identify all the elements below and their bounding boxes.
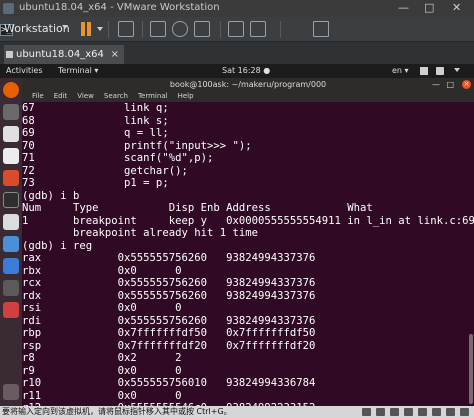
vm-home-icon xyxy=(6,51,13,58)
vscode-icon[interactable] xyxy=(3,258,19,274)
minimize-button[interactable]: — xyxy=(398,1,409,14)
printer-icon[interactable] xyxy=(432,408,441,416)
terminal-app-menu[interactable]: Terminal ▾ xyxy=(58,64,98,78)
snapshot-icon[interactable] xyxy=(150,21,166,37)
display-icon[interactable] xyxy=(446,408,455,416)
fullscreen-icon[interactable] xyxy=(228,21,244,37)
terminal-line: 67 link q; xyxy=(22,102,169,114)
vmware-logo-icon xyxy=(3,3,14,14)
terminal-line: rbx 0x0 0 xyxy=(22,264,182,277)
disk-icon[interactable] xyxy=(3,280,19,296)
tab-ubuntu-vm[interactable]: ubuntu18.04_x64 × xyxy=(4,45,124,64)
tab-label: ubuntu18.04_x64 xyxy=(16,49,104,60)
window-title: ubuntu18.04_x64 - VMware Workstation xyxy=(19,2,220,13)
workstation-menu[interactable]: Workstation xyxy=(4,22,70,35)
snapshot-manager-icon[interactable] xyxy=(194,21,210,37)
terminal-line: rdx 0x555555756260 93824994337376 xyxy=(22,289,316,302)
terminal-line: 71 scanf("%d",p); xyxy=(22,152,214,164)
terminal-line: rsi 0x0 0 xyxy=(22,302,182,314)
firefox-icon[interactable] xyxy=(3,82,19,98)
ubuntu-top-panel: Activities Terminal ▾ Sat 16:28 ● en ▾ xyxy=(0,64,474,78)
vm-settings-icon[interactable] xyxy=(118,21,134,37)
terminal-output[interactable]: 67 link q; 68 link s; 69 q = ll; 70 printf(… xyxy=(22,102,474,406)
menu-view[interactable]: View xyxy=(77,92,94,100)
power-menu-chevron-icon[interactable] xyxy=(97,27,103,31)
terminal-title-bar: book@100ask: ~/makeru/program/000 — □ × xyxy=(22,78,474,91)
network-adapter-icon[interactable] xyxy=(390,408,399,416)
vmware-title-bar: ubuntu18.04_x64 - VMware Workstation — □… xyxy=(0,0,474,17)
revert-snapshot-icon[interactable] xyxy=(172,21,188,37)
terminal-icon[interactable] xyxy=(3,192,19,208)
terminal-line: rdi 0x555555756260 93824994337376 xyxy=(22,314,316,327)
chevron-down-icon[interactable] xyxy=(62,25,68,29)
terminal-line: r9 0x0 0 xyxy=(22,364,182,377)
terminal-line: rcx 0x555555756260 93824994337376 xyxy=(22,277,316,289)
stretch-view-icon[interactable] xyxy=(313,21,329,37)
close-tab-icon[interactable]: × xyxy=(111,45,119,64)
system-menu-chevron-icon[interactable] xyxy=(454,68,460,72)
terminal-scrollbar[interactable] xyxy=(469,104,473,404)
pause-icon[interactable] xyxy=(78,21,94,37)
terminal-line: r10 0x555555756010 93824994336784 xyxy=(22,377,316,389)
terminal-text: 67 link q; 68 link s; 69 q = ll; 70 printf(… xyxy=(22,102,474,406)
libreoffice-writer-icon[interactable] xyxy=(3,148,19,164)
vmware-toolbar: Workstation >_ xyxy=(0,17,474,42)
terminal-close-button[interactable]: × xyxy=(462,80,471,89)
terminal-line: breakpoint already hit 1 time xyxy=(22,227,258,239)
terminal-line: 72 getchar(); xyxy=(22,164,188,177)
scrollbar-thumb[interactable] xyxy=(469,334,473,404)
terminal-line: rsp 0x7fffffffdf20 0x7fffffffdf20 xyxy=(22,339,316,352)
menu-search[interactable]: Search xyxy=(104,92,128,100)
menu-help[interactable]: Help xyxy=(178,92,194,100)
terminal-line: rbp 0x7fffffffdf50 0x7fffffffdf50 xyxy=(22,327,316,339)
show-applications-icon[interactable] xyxy=(3,384,19,400)
terminal-line: rax 0x555555756260 93824994337376 xyxy=(22,252,316,264)
files-icon[interactable] xyxy=(3,104,19,120)
terminal-line: 73 p1 = p; xyxy=(22,177,169,189)
unity-icon[interactable] xyxy=(250,21,266,37)
terminal-line: r11 0x0 0 xyxy=(22,389,182,402)
language-indicator[interactable]: en ▾ xyxy=(392,64,409,78)
usb-icon[interactable] xyxy=(404,408,413,416)
app-icon[interactable] xyxy=(3,302,19,318)
terminal-line: r8 0x2 2 xyxy=(22,352,182,364)
activities-button[interactable]: Activities xyxy=(6,64,43,78)
terminal-line: (gdb) i reg xyxy=(22,239,93,252)
menu-edit[interactable]: Edit xyxy=(54,92,68,100)
cd-drive-icon[interactable] xyxy=(376,408,385,416)
ubuntu-dock xyxy=(0,78,22,406)
terminal-line: 1 breakpoint keep y 0x0000555555554911 i… xyxy=(22,214,474,227)
terminal-line: Num Type Disp Enb Address What xyxy=(22,202,373,214)
status-message: 要将输入定向到该虚拟机，请将鼠标指针移入其中或按 Ctrl+G。 xyxy=(2,407,232,416)
terminal-title: book@100ask: ~/makeru/program/000 xyxy=(169,80,327,89)
menu-file[interactable]: File xyxy=(32,92,44,100)
volume-icon[interactable] xyxy=(436,67,444,75)
sound-icon[interactable] xyxy=(418,408,427,416)
terminal-line: 70 printf("input>>> "); xyxy=(22,139,252,152)
rhythmbox-icon[interactable] xyxy=(3,126,19,142)
ubuntu-software-icon[interactable] xyxy=(3,170,19,186)
hard-disk-icon[interactable] xyxy=(362,408,371,416)
maximize-button[interactable]: □ xyxy=(424,1,434,14)
terminal-maximize-button[interactable]: □ xyxy=(446,78,454,91)
network-icon[interactable] xyxy=(420,67,428,75)
terminal-line: 68 link s; xyxy=(22,114,169,127)
vm-tab-bar: ubuntu18.04_x64 × xyxy=(0,42,474,64)
terminal-menu-bar: File Edit View Search Terminal Help xyxy=(22,91,474,102)
terminal-minimize-button[interactable]: — xyxy=(432,78,440,91)
vmware-status-bar: 要将输入定向到该虚拟机，请将鼠标指针移入其中或按 Ctrl+G。 xyxy=(0,406,474,418)
clock[interactable]: Sat 16:28 ● xyxy=(222,64,270,78)
terminal-line: (gdb) i b xyxy=(22,189,80,202)
close-button[interactable]: ✕ xyxy=(452,1,461,14)
terminal-line: 69 q = ll; xyxy=(22,127,169,139)
message-log-icon[interactable] xyxy=(460,408,469,416)
text-editor-icon[interactable] xyxy=(3,214,19,230)
menu-terminal[interactable]: Terminal xyxy=(138,92,168,100)
help-icon[interactable] xyxy=(3,236,19,252)
